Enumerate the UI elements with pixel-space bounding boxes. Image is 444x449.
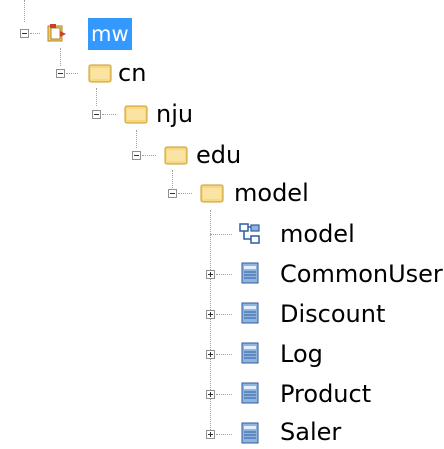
tree-item-model-diagram[interactable]: model xyxy=(280,219,355,249)
expand-toggle-saler[interactable] xyxy=(206,430,215,439)
collapse-toggle-nju[interactable] xyxy=(92,110,101,119)
folder-icon xyxy=(200,182,224,204)
package-tree: mw cn nju edu model model CommonUser Dis… xyxy=(0,0,444,447)
tree-line xyxy=(142,155,156,156)
tree-item-saler[interactable]: Saler xyxy=(280,417,341,447)
tree-line xyxy=(178,193,192,194)
folder-icon xyxy=(88,62,112,84)
folder-icon xyxy=(124,103,148,125)
tree-item-model-package[interactable]: model xyxy=(234,178,309,208)
collapse-toggle-mw[interactable] xyxy=(20,29,29,38)
tree-item-nju[interactable]: nju xyxy=(156,99,193,129)
expand-toggle-commonuser[interactable] xyxy=(206,270,215,279)
tree-line xyxy=(96,88,97,106)
project-icon xyxy=(46,22,68,44)
class-icon xyxy=(240,381,262,404)
collapse-toggle-edu[interactable] xyxy=(132,151,141,160)
tree-line xyxy=(30,33,40,34)
tree-line xyxy=(216,354,232,355)
tree-line xyxy=(216,434,232,435)
expand-toggle-product[interactable] xyxy=(206,390,215,399)
tree-line xyxy=(102,114,116,115)
tree-item-discount[interactable]: Discount xyxy=(280,299,385,329)
tree-item-mw[interactable]: mw xyxy=(88,18,132,50)
tree-line xyxy=(60,48,61,66)
tree-line xyxy=(172,170,173,188)
tree-item-commonuser[interactable]: CommonUser xyxy=(280,259,443,289)
class-icon xyxy=(240,301,262,324)
class-icon xyxy=(240,261,262,284)
class-icon xyxy=(240,421,262,444)
tree-item-cn[interactable]: cn xyxy=(118,58,146,88)
tree-line xyxy=(24,0,25,22)
folder-icon xyxy=(164,144,188,166)
tree-line xyxy=(210,210,211,438)
tree-item-edu[interactable]: edu xyxy=(196,140,241,170)
tree-line xyxy=(66,73,78,74)
collapse-toggle-cn[interactable] xyxy=(56,69,65,78)
tree-item-log[interactable]: Log xyxy=(280,339,323,369)
tree-line xyxy=(210,234,232,235)
model-diagram-icon xyxy=(238,222,260,244)
expand-toggle-discount[interactable] xyxy=(206,310,215,319)
tree-line xyxy=(136,130,137,148)
collapse-toggle-model[interactable] xyxy=(168,189,177,198)
tree-line xyxy=(216,394,232,395)
tree-line xyxy=(216,274,232,275)
class-icon xyxy=(240,341,262,364)
expand-toggle-log[interactable] xyxy=(206,350,215,359)
tree-line xyxy=(216,314,232,315)
tree-item-product[interactable]: Product xyxy=(280,379,371,409)
